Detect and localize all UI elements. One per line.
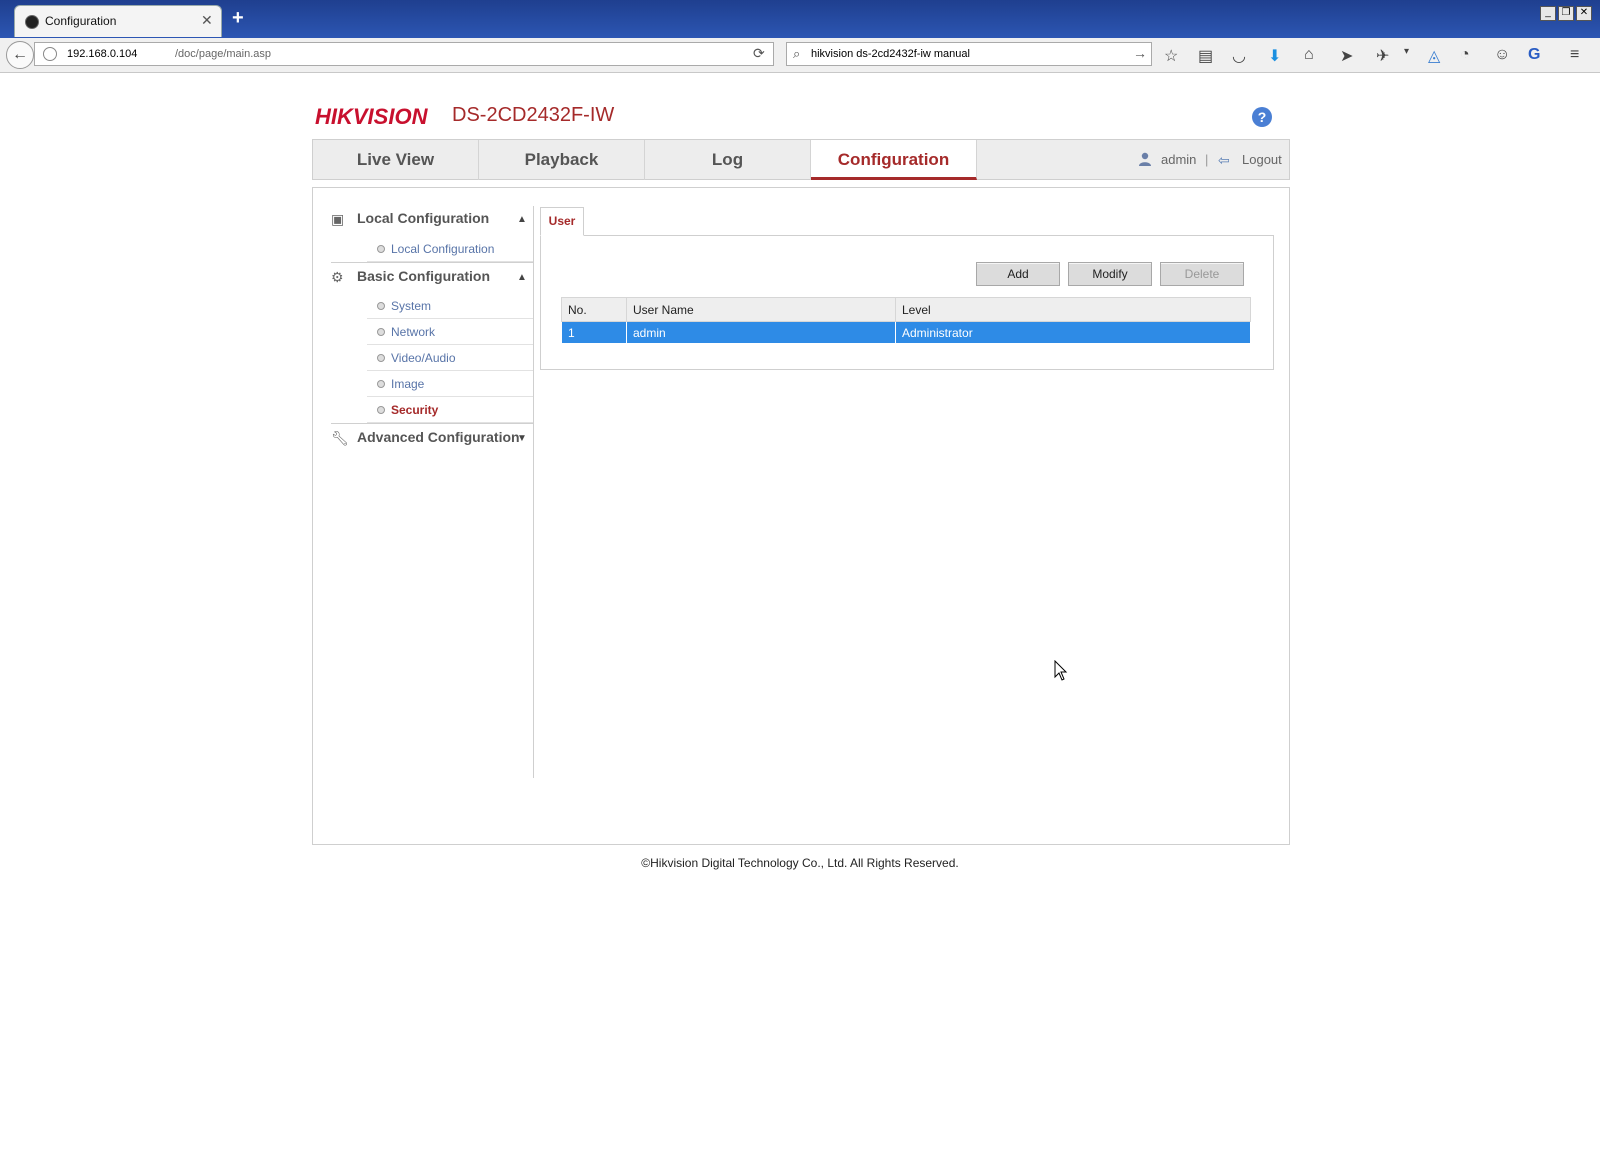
restore-button[interactable]: ❐: [1558, 6, 1574, 21]
sidebar-section-local-configuration[interactable]: Local Configuration: [357, 210, 489, 226]
column-header-user-name[interactable]: User Name: [626, 297, 896, 322]
close-window-button[interactable]: ✕: [1576, 6, 1592, 21]
table-row[interactable]: 1 admin Administrator: [561, 321, 1251, 344]
user-separator: |: [1205, 152, 1209, 167]
vpn-icon[interactable]: ◬: [1428, 46, 1440, 66]
tab-close-icon[interactable]: ✕: [201, 12, 213, 29]
add-button[interactable]: Add: [976, 262, 1060, 286]
logout-icon[interactable]: ⇦: [1218, 152, 1230, 169]
menu-icon[interactable]: ≡: [1570, 46, 1579, 64]
chevron-down-icon[interactable]: ▼: [517, 433, 527, 444]
section-divider: [331, 262, 533, 263]
chevron-up-icon[interactable]: ▲: [517, 272, 527, 283]
brand-logo: HIKVISION: [315, 104, 428, 129]
sidebar-divider: [533, 206, 534, 778]
cell-level: Administrator: [895, 321, 1251, 344]
table-header-row: No. User Name Level: [561, 297, 1251, 322]
local-config-icon: ▣: [331, 211, 345, 227]
sidebar-item-security[interactable]: Security: [367, 397, 533, 423]
help-icon[interactable]: ?: [1252, 107, 1272, 127]
site-info-icon[interactable]: [43, 47, 57, 61]
sidebar-item-network[interactable]: Network: [367, 319, 533, 345]
section-divider: [331, 423, 533, 424]
user-table: No. User Name Level 1 admin Administrato…: [561, 297, 1251, 344]
logout-link[interactable]: Logout: [1242, 152, 1282, 167]
minimize-button[interactable]: _: [1540, 6, 1556, 21]
sidebar-item-label: Video/Audio: [391, 351, 456, 365]
browser-tab[interactable]: Configuration ✕: [14, 5, 222, 37]
back-icon[interactable]: ←: [6, 41, 34, 69]
sidebar-item-label: System: [391, 299, 432, 313]
mouse-cursor-icon: [1054, 660, 1068, 681]
history-icon[interactable]: ◔: [1460, 46, 1470, 64]
sidebar-item-system[interactable]: System: [367, 293, 533, 319]
bullet-icon: [377, 406, 385, 414]
send-icon[interactable]: ➤: [1340, 46, 1353, 66]
sidebar-item-image[interactable]: Image: [367, 371, 533, 397]
tab-configuration[interactable]: Configuration: [811, 140, 977, 180]
tab-title: Configuration: [45, 14, 117, 28]
column-header-no[interactable]: No.: [561, 297, 627, 322]
bullet-icon: [377, 245, 385, 253]
extension-icon[interactable]: ✈: [1376, 46, 1389, 66]
delete-button[interactable]: Delete: [1160, 262, 1244, 286]
search-go-icon[interactable]: →: [1133, 45, 1147, 61]
translate-icon[interactable]: G: [1528, 46, 1540, 64]
current-user: admin: [1161, 152, 1197, 167]
search-input[interactable]: ⌕ hikvision ds-2cd2432f-iw manual →: [786, 42, 1152, 66]
chevron-up-icon[interactable]: ▲: [517, 214, 527, 225]
search-icon: ⌕: [793, 46, 801, 61]
bullet-icon: [377, 354, 385, 362]
cell-no: 1: [561, 321, 627, 344]
sidebar-item-video-audio[interactable]: Video/Audio: [367, 345, 533, 371]
sidebar-item-label: Network: [391, 325, 436, 339]
main-nav: Live View Playback Log Configuration adm…: [312, 139, 1290, 180]
bookmark-star-icon[interactable]: ☆: [1164, 46, 1178, 66]
sidebar-item-label: Image: [391, 377, 425, 391]
wrench-icon: 🔧︎: [331, 430, 349, 446]
browser-titlebar: Configuration ✕ + _ ❐ ✕: [0, 0, 1600, 38]
sidebar-item-local-configuration[interactable]: Local Configuration: [367, 236, 533, 262]
page-title: DS-2CD2432F-IW: [452, 104, 615, 126]
bullet-icon: [377, 328, 385, 336]
copyright-footer: ©Hikvision Digital Technology Co., Ltd. …: [641, 856, 959, 870]
sidebar-section-advanced-configuration[interactable]: Advanced Configuration: [357, 429, 520, 445]
user-icon: [1139, 152, 1151, 166]
chevron-down-icon[interactable]: ▾: [1404, 46, 1409, 57]
modify-button[interactable]: Modify: [1068, 262, 1152, 286]
address-bar[interactable]: 192.168.0.104 /doc/page/main.asp ⟳: [34, 42, 774, 66]
bullet-icon: [377, 380, 385, 388]
reading-list-icon[interactable]: ▤: [1198, 46, 1213, 66]
tab-log[interactable]: Log: [645, 140, 811, 180]
bullet-icon: [377, 302, 385, 310]
user-panel: Add Modify Delete No. User Name Level 1 …: [540, 235, 1274, 370]
gear-icon: ⚙: [331, 269, 344, 285]
sidebar-item-label: Security: [391, 403, 439, 417]
downloads-icon[interactable]: ⬇: [1268, 46, 1281, 66]
tab-playback[interactable]: Playback: [479, 140, 645, 180]
pocket-icon[interactable]: ◡: [1232, 46, 1246, 66]
config-content: ▣ Local Configuration ▲ Local Configurat…: [312, 187, 1290, 845]
home-icon[interactable]: ⌂: [1304, 46, 1314, 64]
cell-user-name: admin: [626, 321, 896, 344]
tab-favicon-icon: [25, 15, 39, 29]
url-host: 192.168.0.104: [67, 48, 138, 60]
tab-user[interactable]: User: [540, 207, 584, 236]
tab-live-view[interactable]: Live View: [313, 140, 479, 180]
sidebar-item-label: Local Configuration: [391, 242, 495, 256]
new-tab-button[interactable]: +: [232, 8, 244, 28]
search-query: hikvision ds-2cd2432f-iw manual: [811, 48, 970, 60]
browser-navbar: ← 192.168.0.104 /doc/page/main.asp ⟳ ⌕ h…: [0, 38, 1600, 73]
reload-icon[interactable]: ⟳: [753, 45, 765, 62]
url-path: /doc/page/main.asp: [175, 48, 272, 60]
sidebar-section-basic-configuration[interactable]: Basic Configuration: [357, 268, 490, 284]
chat-icon[interactable]: ☺: [1494, 46, 1510, 64]
column-header-level[interactable]: Level: [895, 297, 1251, 322]
